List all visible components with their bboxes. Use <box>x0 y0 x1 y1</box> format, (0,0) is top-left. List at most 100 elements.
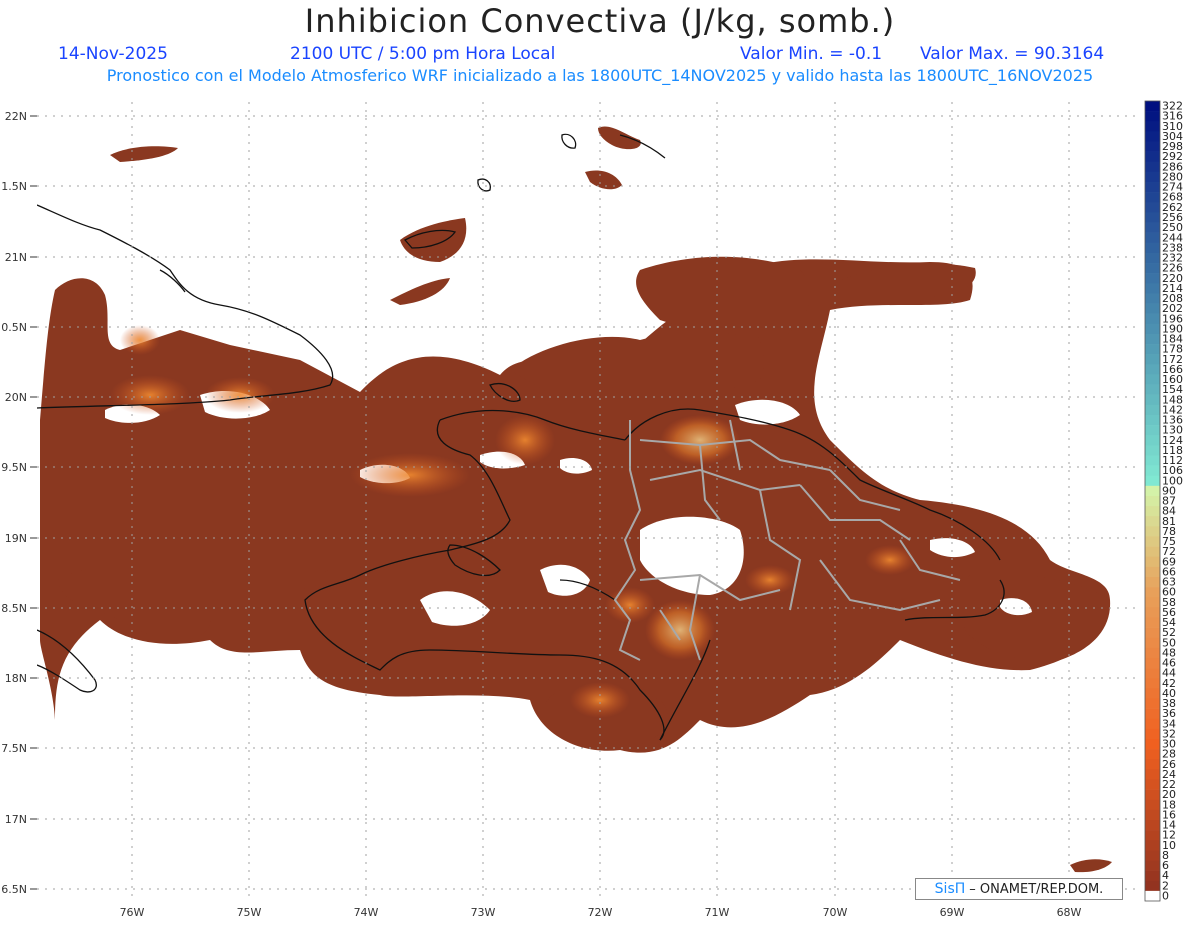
colorbar-swatch <box>1145 607 1160 618</box>
lon-tick: 70W <box>823 906 848 919</box>
colorbar-swatch <box>1145 465 1160 476</box>
colorbar-swatch <box>1145 384 1160 395</box>
colorbar-swatch <box>1145 151 1160 163</box>
colorbar-swatch <box>1145 404 1160 416</box>
colorbar-swatch <box>1145 141 1160 152</box>
colorbar-swatch <box>1145 455 1160 466</box>
lat-tick: 0.5N <box>1 321 27 334</box>
colorbar-swatch <box>1145 678 1160 689</box>
colorbar-swatch <box>1145 111 1160 122</box>
colorbar-swatch <box>1145 840 1160 851</box>
colorbar-swatch <box>1145 475 1160 487</box>
colorbar-swatch <box>1145 313 1160 325</box>
colorbar-swatch <box>1145 283 1160 294</box>
colorbar-swatch <box>1145 819 1160 831</box>
colorbar-swatch <box>1145 657 1160 669</box>
colorbar-swatch <box>1145 597 1160 608</box>
lon-axis: 76W 75W 74W 73W 72W 71W 70W 69W 68W <box>120 906 1082 919</box>
colorbar-swatch <box>1145 364 1160 375</box>
colorbar-swatch <box>1145 222 1160 233</box>
lon-tick: 76W <box>120 906 145 919</box>
colorbar-swatch <box>1145 131 1160 142</box>
map-figure: 22N 1.5N 21N 0.5N 20N 9.5N 19N 8.5N 18N … <box>1 100 1183 919</box>
colorbar-swatch <box>1145 273 1160 284</box>
colorbar-swatch <box>1145 333 1160 345</box>
colorbar-swatch <box>1145 101 1160 112</box>
colorbar-swatch <box>1145 809 1160 821</box>
colorbar-swatch <box>1145 263 1160 274</box>
colorbar-swatch <box>1145 668 1160 679</box>
colorbar-swatch <box>1145 516 1160 527</box>
lon-tick: 75W <box>237 906 262 919</box>
colorbar-swatch <box>1145 212 1160 223</box>
colorbar-swatch <box>1145 627 1160 639</box>
colorbar-swatch <box>1145 738 1160 750</box>
colorbar-swatch <box>1145 202 1160 213</box>
colorbar-swatch <box>1145 354 1160 365</box>
colorbar-swatch <box>1145 536 1160 547</box>
colorbar-swatch <box>1145 617 1160 628</box>
lat-tick: 22N <box>5 110 27 123</box>
lat-tick: 20N <box>5 391 27 404</box>
colorbar-swatch <box>1145 242 1160 254</box>
lat-tick: 7.5N <box>1 742 27 755</box>
colorbar-swatch <box>1145 425 1160 436</box>
colorbar-swatch <box>1145 637 1160 649</box>
colorbar-swatch <box>1145 546 1160 557</box>
colorbar-swatch <box>1145 576 1160 588</box>
colorbar-swatch <box>1145 171 1160 183</box>
colorbar-swatch <box>1145 323 1160 335</box>
colorbar-label: 0 <box>1162 889 1169 902</box>
colorbar-swatch <box>1145 870 1160 882</box>
colorbar-swatch <box>1145 192 1160 203</box>
sis-logo: SisΠ <box>934 881 966 897</box>
colorbar-swatch <box>1145 344 1160 355</box>
credit-box: SisΠ – ONAMET/REP.DOM. <box>915 878 1123 900</box>
colorbar-swatch <box>1145 435 1160 446</box>
lat-tick: 8.5N <box>1 602 27 615</box>
colorbar-swatch <box>1145 688 1160 699</box>
colorbar-swatch <box>1145 850 1160 861</box>
colorbar-swatch <box>1145 860 1160 871</box>
colorbar-swatch <box>1145 303 1160 314</box>
lat-tick: 18N <box>5 672 27 685</box>
colorbar-swatch <box>1145 587 1160 598</box>
lat-tick: 21N <box>5 251 27 264</box>
colorbar: 3223163103042982922862802742682622562502… <box>1144 100 1183 902</box>
colorbar-swatch <box>1145 121 1160 132</box>
lon-tick: 68W <box>1057 906 1082 919</box>
lat-tick: 6.5N <box>1 883 27 896</box>
lon-tick: 71W <box>705 906 730 919</box>
colorbar-swatch <box>1145 789 1160 801</box>
colorbar-swatch <box>1145 759 1160 770</box>
colorbar-swatch <box>1145 779 1160 790</box>
colorbar-swatch <box>1145 374 1160 385</box>
colorbar-swatch <box>1145 232 1160 244</box>
lat-tick: 9.5N <box>1 461 27 474</box>
colorbar-swatch <box>1145 698 1160 709</box>
colorbar-swatch <box>1145 293 1160 304</box>
lat-tick: 17N <box>5 813 27 826</box>
colorbar-swatch <box>1145 880 1160 892</box>
colorbar-swatch <box>1145 556 1160 568</box>
colorbar-swatch <box>1145 445 1160 456</box>
colorbar-swatch <box>1145 414 1160 426</box>
lon-tick: 74W <box>354 906 379 919</box>
colorbar-swatch <box>1145 485 1160 497</box>
colorbar-swatch <box>1145 647 1160 659</box>
colorbar-swatch <box>1145 749 1160 760</box>
lon-tick: 73W <box>471 906 496 919</box>
lon-tick: 69W <box>940 906 965 919</box>
credit-text: – ONAMET/REP.DOM. <box>969 881 1104 897</box>
colorbar-swatch <box>1145 566 1160 578</box>
colorbar-swatch <box>1145 526 1160 537</box>
colorbar-swatch <box>1145 830 1160 841</box>
colorbar-swatch <box>1145 769 1160 780</box>
colorbar-swatch <box>1145 728 1160 740</box>
colorbar-swatch <box>1145 708 1160 720</box>
lat-tick: 1.5N <box>1 180 27 193</box>
lat-axis: 22N 1.5N 21N 0.5N 20N 9.5N 19N 8.5N 18N … <box>1 110 27 896</box>
colorbar-swatch <box>1145 252 1160 264</box>
colorbar-swatch <box>1145 495 1160 507</box>
colorbar-swatch <box>1145 182 1160 193</box>
